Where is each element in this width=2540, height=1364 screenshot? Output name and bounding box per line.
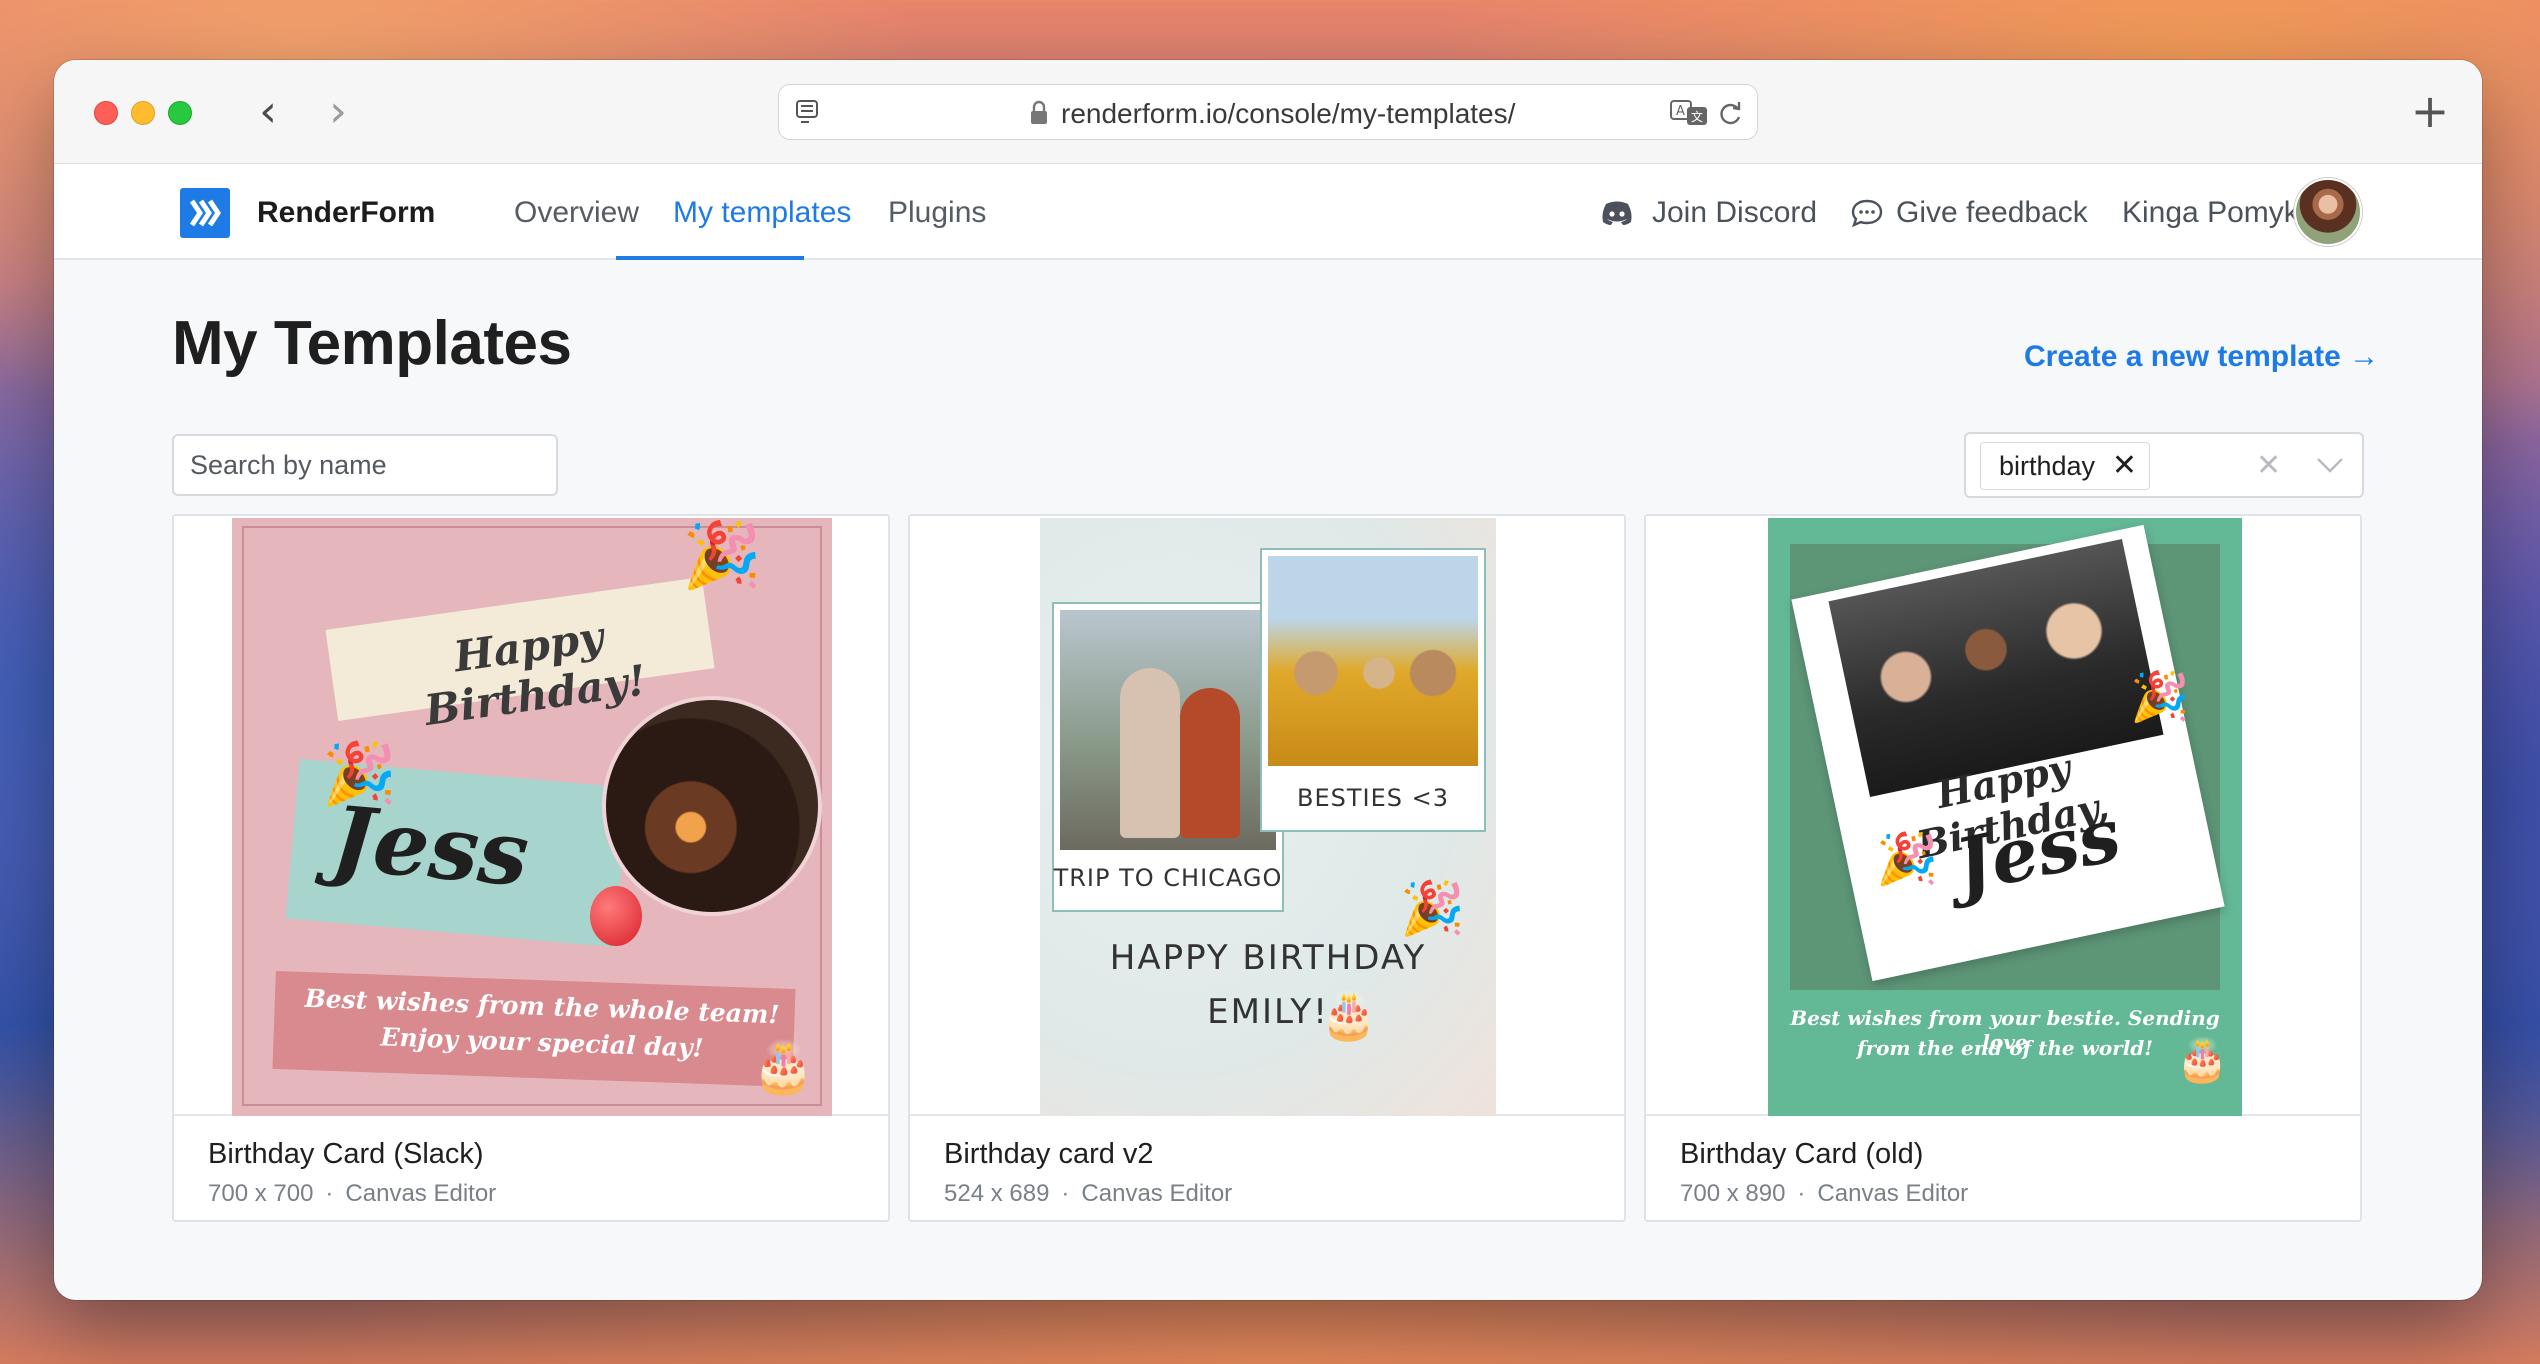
- clear-filter-icon[interactable]: ✕: [2256, 448, 2281, 483]
- template-size: 700 x 890: [1680, 1180, 1786, 1207]
- preview-message-line2: from the end of the world!: [1856, 1036, 2154, 1060]
- cake-icon: 🎂: [1320, 989, 1378, 1041]
- party-popper-icon: 🎉: [2130, 671, 2190, 724]
- remove-tag-icon[interactable]: ✕: [2112, 443, 2137, 489]
- user-avatar[interactable]: [2294, 178, 2362, 246]
- template-editor: Canvas Editor: [1817, 1180, 1969, 1207]
- filter-tag: birthday ✕: [1980, 442, 2151, 490]
- tag-filter-select[interactable]: birthday ✕ ✕: [1964, 432, 2364, 498]
- browser-titlebar: ‹ › renderform.io/console/my-templates/ …: [54, 60, 2482, 164]
- template-meta: 700 x 700 · Canvas Editor: [208, 1180, 496, 1208]
- template-card[interactable]: Happy Birthday! Jess Best wishes from th…: [172, 514, 890, 1222]
- zoom-window-button[interactable]: [168, 101, 192, 125]
- party-popper-icon: 🎉: [682, 519, 762, 591]
- new-tab-button[interactable]: +: [2410, 86, 2450, 136]
- reload-icon[interactable]: [1715, 97, 1745, 129]
- photo2-caption: BESTIES <3: [1296, 784, 1449, 812]
- template-name[interactable]: Birthday Card (old): [1680, 1138, 1923, 1171]
- template-size: 700 x 700: [208, 1180, 314, 1207]
- create-new-template-link[interactable]: Create a new template →: [2024, 340, 2379, 374]
- meta-separator: ·: [325, 1180, 334, 1207]
- party-popper-icon: 🎉: [1876, 831, 1939, 887]
- template-editor: Canvas Editor: [345, 1180, 497, 1207]
- search-input[interactable]: [172, 434, 558, 496]
- join-discord-link[interactable]: Join Discord: [1652, 196, 1817, 230]
- photo1-caption: TRIP TO CHICAGO: [1053, 864, 1283, 892]
- address-bar[interactable]: renderform.io/console/my-templates/ A 文: [778, 84, 1758, 140]
- template-meta: 524 x 689 · Canvas Editor: [944, 1180, 1232, 1208]
- preview-greeting-line2: EMILY!: [1207, 992, 1329, 1032]
- lock-icon: [1031, 100, 1047, 124]
- party-popper-icon: 🎉: [1400, 880, 1465, 938]
- preview-image: TRIP TO CHICAGO BESTIES <3 HAPPY BIRTHDA…: [1040, 518, 1496, 1116]
- logo-icon: [189, 199, 222, 227]
- template-editor: Canvas Editor: [1081, 1180, 1233, 1207]
- template-card[interactable]: Happy Birthday, Jess 🎉 🎉 Best wishes fro…: [1644, 514, 2362, 1222]
- chevron-down-icon[interactable]: [2316, 456, 2344, 474]
- template-preview[interactable]: Happy Birthday, Jess 🎉 🎉 Best wishes fro…: [1646, 516, 2360, 1116]
- template-name[interactable]: Birthday card v2: [944, 1138, 1154, 1171]
- page-menu-icon[interactable]: [793, 97, 823, 127]
- preview-image: Happy Birthday, Jess 🎉 🎉 Best wishes fro…: [1768, 518, 2242, 1116]
- filter-tag-label: birthday: [1999, 451, 2096, 481]
- active-tab-indicator: [616, 256, 804, 260]
- back-arrow-icon[interactable]: ‹: [248, 90, 288, 134]
- template-size: 524 x 689: [944, 1180, 1050, 1207]
- meta-separator: ·: [1061, 1180, 1070, 1207]
- nav-plugins[interactable]: Plugins: [888, 196, 986, 230]
- renderform-logo[interactable]: [180, 188, 230, 238]
- translate-icon[interactable]: A 文: [1669, 97, 1709, 129]
- brand-name[interactable]: RenderForm: [257, 196, 435, 230]
- template-preview[interactable]: Happy Birthday! Jess Best wishes from th…: [174, 516, 888, 1116]
- url-text: renderform.io/console/my-templates/: [1061, 98, 1516, 129]
- template-preview[interactable]: TRIP TO CHICAGO BESTIES <3 HAPPY BIRTHDA…: [910, 516, 1624, 1116]
- cake-icon: 🎂: [2176, 1036, 2229, 1083]
- template-card[interactable]: TRIP TO CHICAGO BESTIES <3 HAPPY BIRTHDA…: [908, 514, 1626, 1222]
- forward-arrow-icon[interactable]: ›: [318, 90, 358, 134]
- template-meta: 700 x 890 · Canvas Editor: [1680, 1180, 1968, 1208]
- minimize-window-button[interactable]: [131, 101, 155, 125]
- close-window-button[interactable]: [94, 101, 118, 125]
- nav-overview[interactable]: Overview: [514, 196, 639, 230]
- party-popper-icon: 🎉: [322, 740, 397, 807]
- give-feedback-link[interactable]: Give feedback: [1896, 196, 2088, 230]
- svg-text:文: 文: [1691, 109, 1703, 124]
- template-name[interactable]: Birthday Card (Slack): [208, 1138, 484, 1171]
- page-title: My Templates: [172, 309, 572, 378]
- feedback-icon[interactable]: [1850, 198, 1884, 228]
- browser-window: ‹ › renderform.io/console/my-templates/ …: [54, 60, 2482, 1300]
- meta-separator: ·: [1797, 1180, 1806, 1207]
- svg-text:A: A: [1676, 104, 1685, 119]
- cake-icon: 🎂: [752, 1039, 815, 1095]
- discord-icon[interactable]: [1600, 198, 1634, 228]
- app-header: RenderForm Overview My templates Plugins…: [54, 164, 2482, 260]
- preview-image: Happy Birthday! Jess Best wishes from th…: [232, 518, 832, 1116]
- nav-my-templates[interactable]: My templates: [673, 196, 851, 230]
- preview-greeting-line1: HAPPY BIRTHDAY: [1109, 938, 1427, 978]
